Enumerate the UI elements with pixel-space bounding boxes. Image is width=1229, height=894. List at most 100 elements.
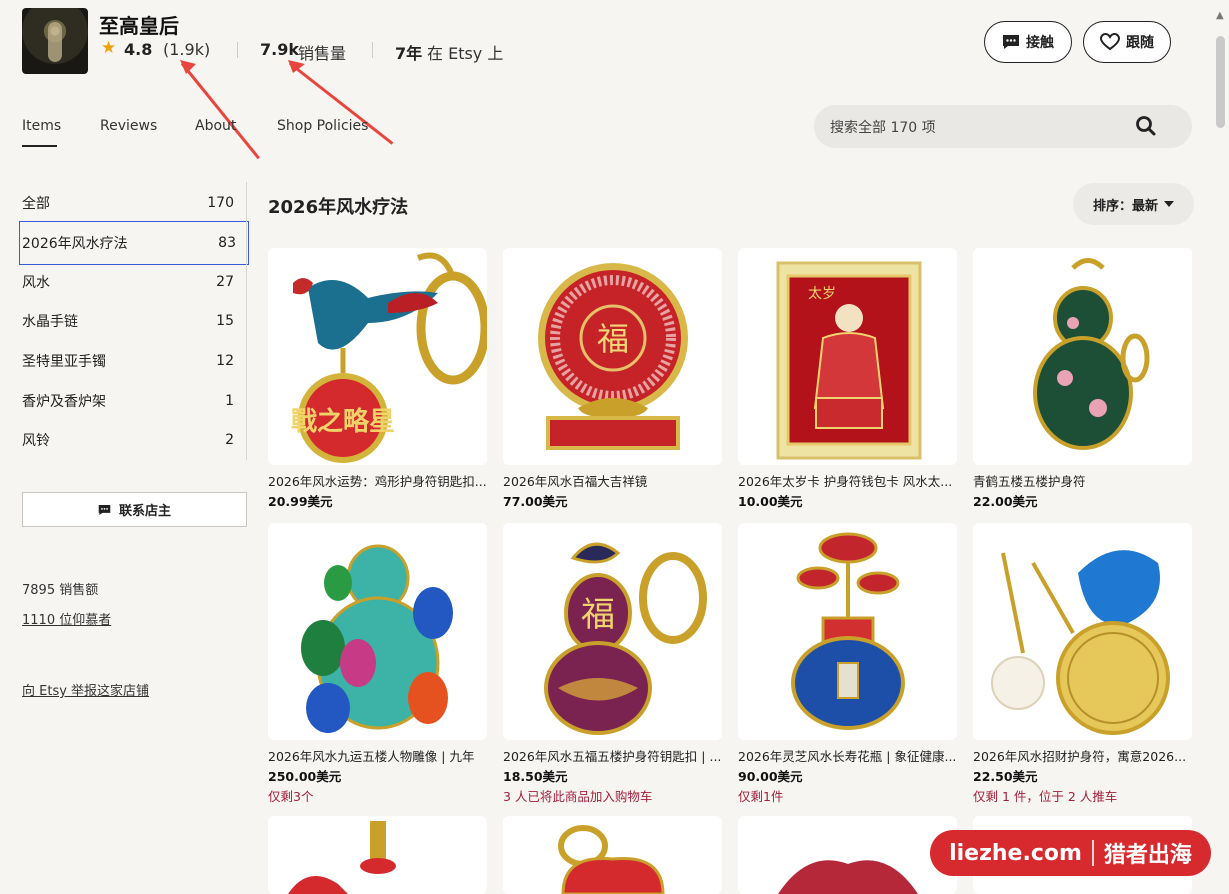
- search-icon[interactable]: [1135, 115, 1157, 137]
- years-on-etsy: 7年: [395, 44, 423, 63]
- product-card[interactable]: 2026年灵芝风水长寿花瓶 | 象征健康... 90.00美元 仅剩1件: [738, 523, 957, 805]
- years-label: 在 Etsy 上: [427, 44, 504, 63]
- sales-total: 7895 销售额: [22, 583, 99, 598]
- product-title[interactable]: 2026年风水百福大吉祥镜: [503, 471, 722, 490]
- category-crystal-bracelet[interactable]: 水晶手链 15: [22, 301, 246, 341]
- product-image[interactable]: [268, 816, 487, 894]
- category-santeria-bangles[interactable]: 圣特里亚手镯 12: [22, 341, 246, 381]
- product-price: 250.00美元: [268, 769, 342, 784]
- product-image-text: 福: [597, 320, 629, 358]
- heart-icon: [1100, 33, 1120, 51]
- product-image-text: 戰之略星: [291, 406, 395, 437]
- follow-label: 跟随: [1126, 35, 1154, 51]
- divider: [372, 42, 373, 58]
- category-label: 风铃: [22, 433, 50, 449]
- product-image[interactable]: [973, 523, 1192, 740]
- product-image[interactable]: 福: [503, 523, 722, 740]
- tab-reviews[interactable]: Reviews: [100, 118, 157, 134]
- product-title[interactable]: 青鹤五楼五楼护身符: [973, 471, 1192, 490]
- caret-down-icon: [1164, 201, 1174, 207]
- search-placeholder: 搜索全部 170 项: [830, 119, 936, 136]
- watermark-divider: [1091, 840, 1094, 866]
- product-card[interactable]: [738, 816, 957, 894]
- category-label: 圣特里亚手镯: [22, 354, 106, 370]
- product-card[interactable]: 青鹤五楼五楼护身符 22.00美元: [973, 248, 1192, 510]
- product-title[interactable]: 2026年风水五福五楼护身符钥匙扣 | ...: [503, 746, 722, 765]
- product-image-text: 福: [581, 595, 615, 635]
- category-count: 15: [216, 313, 234, 329]
- category-count: 1: [225, 393, 234, 409]
- category-2026-fengshui[interactable]: 2026年风水疗法 83: [19, 221, 249, 265]
- arrowhead-icon: [288, 60, 305, 73]
- cart-note: 3 人已将此商品加入购物车: [503, 789, 653, 804]
- sort-label: 排序：最新: [1092, 198, 1158, 214]
- product-image[interactable]: 戰之略星: [268, 248, 487, 465]
- product-card[interactable]: [503, 816, 722, 894]
- category-fengshui[interactable]: 风水 27: [22, 262, 246, 302]
- category-wind-chimes[interactable]: 风铃 2: [22, 420, 246, 460]
- product-title[interactable]: 2026年灵芝风水长寿花瓶 | 象征健康...: [738, 746, 957, 765]
- product-price: 90.00美元: [738, 769, 803, 784]
- product-price: 22.50美元: [973, 769, 1038, 784]
- watermark-badge: liezhe.com 猎者出海: [930, 830, 1211, 876]
- product-title[interactable]: 2026年太岁卡 护身符钱包卡 风水太...: [738, 471, 957, 490]
- watermark-left: liezhe.com: [949, 840, 1082, 866]
- product-card[interactable]: [268, 816, 487, 894]
- product-title[interactable]: 2026年风水招财护身符，寓意2026...: [973, 746, 1192, 765]
- sidebar-divider: [246, 182, 247, 460]
- category-incense-burners[interactable]: 香炉及香炉架 1: [22, 381, 246, 421]
- scroll-up-icon[interactable]: ▲: [1216, 10, 1224, 21]
- product-image[interactable]: 福: [503, 248, 722, 465]
- category-count: 83: [218, 235, 236, 251]
- scrollbar-thumb[interactable]: [1216, 36, 1225, 128]
- sort-dropdown[interactable]: 排序：最新: [1073, 183, 1194, 225]
- category-count: 2: [225, 432, 234, 448]
- product-image[interactable]: [738, 523, 957, 740]
- product-image-text: 太岁: [808, 286, 836, 302]
- product-image[interactable]: [738, 816, 957, 894]
- tab-items[interactable]: Items: [22, 118, 61, 134]
- category-label: 香炉及香炉架: [22, 394, 106, 410]
- product-image[interactable]: 太岁: [738, 248, 957, 465]
- product-image[interactable]: [973, 248, 1192, 465]
- contact-button[interactable]: 接触: [984, 21, 1072, 63]
- product-card[interactable]: 福 2026年风水五福五楼护身符钥匙扣 | ... 18.50美元 3 人已将此…: [503, 523, 722, 805]
- stock-note: 仅剩3个: [268, 789, 314, 804]
- product-title[interactable]: 2026年风水九运五楼人物雕像 | 九年: [268, 746, 487, 765]
- product-image[interactable]: [503, 816, 722, 894]
- message-icon: [98, 504, 111, 515]
- message-icon: [1003, 35, 1019, 49]
- product-title[interactable]: 2026年风水运势：鸡形护身符钥匙扣...: [268, 471, 487, 490]
- product-card[interactable]: 福 2026年风水百福大吉祥镜 77.00美元: [503, 248, 722, 510]
- active-tab-indicator: [22, 145, 57, 147]
- category-label: 水晶手链: [22, 314, 78, 330]
- contact-label: 接触: [1026, 35, 1054, 51]
- arrowhead-icon: [180, 60, 196, 74]
- category-count: 12: [216, 353, 234, 369]
- contact-owner-label: 联系店主: [118, 504, 171, 519]
- shop-rating: 4.8: [124, 40, 153, 59]
- shop-avatar[interactable]: [22, 8, 88, 74]
- tab-about[interactable]: About: [195, 118, 236, 134]
- follow-button[interactable]: 跟随: [1083, 21, 1171, 63]
- product-image[interactable]: [268, 523, 487, 740]
- star-icon: ★: [101, 38, 117, 58]
- category-all[interactable]: 全部 170: [22, 183, 246, 223]
- stock-note: 仅剩1件: [738, 789, 784, 804]
- product-card[interactable]: 戰之略星 2026年风水运势：鸡形护身符钥匙扣... 20.99美元: [268, 248, 487, 510]
- section-title: 2026年风水疗法: [268, 197, 409, 218]
- category-count: 27: [216, 274, 234, 290]
- tab-shop-policies[interactable]: Shop Policies: [277, 118, 368, 134]
- product-card[interactable]: 太岁 2026年太岁卡 护身符钱包卡 风水太... 10.00美元: [738, 248, 957, 510]
- product-card[interactable]: 2026年风水招财护身符，寓意2026... 22.50美元 仅剩 1 件，位于…: [973, 523, 1192, 805]
- category-label: 2026年风水疗法: [22, 236, 128, 252]
- report-shop-link[interactable]: 向 Etsy 举报这家店铺: [22, 680, 149, 699]
- shop-name: 至高皇后: [99, 14, 179, 38]
- product-card[interactable]: 2026年风水九运五楼人物雕像 | 九年 250.00美元 仅剩3个: [268, 523, 487, 805]
- product-price: 10.00美元: [738, 494, 803, 509]
- admirers-link[interactable]: 1110 位仰慕者: [22, 609, 111, 628]
- contact-owner-button[interactable]: 联系店主: [22, 492, 247, 527]
- product-price: 77.00美元: [503, 494, 568, 509]
- stock-note: 仅剩 1 件，位于 2 人推车: [973, 789, 1118, 804]
- product-price: 22.00美元: [973, 494, 1038, 509]
